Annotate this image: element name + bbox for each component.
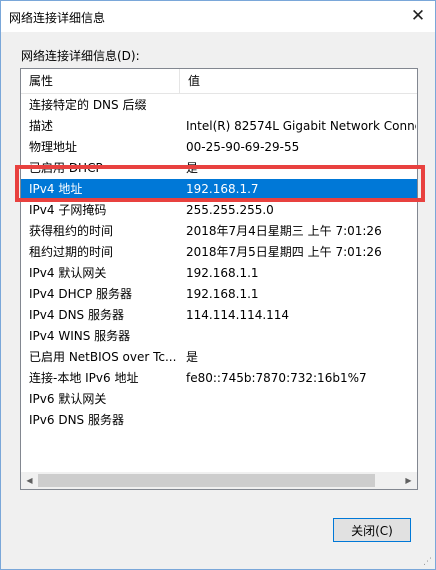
list-item[interactable]: 连接特定的 DNS 后缀 <box>21 95 417 116</box>
list-item[interactable]: 描述 Intel(R) 82574L Gigabit Network Connec <box>21 116 417 137</box>
property-cell: IPv4 地址 <box>29 182 83 196</box>
close-icon[interactable]: ✕ <box>403 3 433 29</box>
property-cell: 已启用 NetBIOS over Tc... <box>29 350 177 364</box>
value-cell: 2018年7月4日星期三 上午 7:01:26 <box>186 224 382 238</box>
list-item[interactable]: 物理地址 00-25-90-69-29-55 <box>21 137 417 158</box>
list-header: 属性 值 <box>21 69 417 94</box>
value-cell: 是 <box>186 350 199 364</box>
list-item[interactable]: 已启用 NetBIOS over Tc... 是 <box>21 347 417 368</box>
list-item-selected[interactable]: IPv4 地址 192.168.1.7 <box>21 179 417 200</box>
list-rows: 连接特定的 DNS 后缀 描述 Intel(R) 82574L Gigabit Ne… <box>21 95 417 431</box>
property-cell: IPv6 DNS 服务器 <box>29 413 124 427</box>
value-cell: 114.114.114.114 <box>186 308 290 322</box>
property-cell: IPv4 DNS 服务器 <box>29 308 124 322</box>
property-cell: 连接-本地 IPv6 地址 <box>29 371 139 385</box>
scroll-thumb[interactable] <box>38 474 375 487</box>
network-details-dialog: 网络连接详细信息 ✕ 网络连接详细信息(D): 属性 值 连接特定的 DNS 后… <box>0 0 436 570</box>
value-cell: 192.168.1.7 <box>186 182 259 196</box>
close-button[interactable]: 关闭(C) <box>333 518 411 542</box>
scroll-right-icon[interactable]: ▶ <box>400 472 417 489</box>
property-cell: 描述 <box>29 119 54 133</box>
value-cell: 2018年7月5日星期四 上午 7:01:26 <box>186 245 382 259</box>
horizontal-scrollbar[interactable]: ◀ ▶ <box>21 472 417 489</box>
value-cell: fe80::745b:7870:732:16b1%7 <box>186 371 367 385</box>
list-item[interactable]: IPv6 DNS 服务器 <box>21 410 417 431</box>
scroll-left-icon[interactable]: ◀ <box>21 472 38 489</box>
column-header-value[interactable]: 值 <box>180 69 417 93</box>
value-cell: 192.168.1.1 <box>186 287 259 301</box>
title-bar[interactable]: 网络连接详细信息 ✕ <box>1 1 435 32</box>
list-item[interactable]: 连接-本地 IPv6 地址 fe80::745b:7870:732:16b1%7 <box>21 368 417 389</box>
property-cell: IPv4 WINS 服务器 <box>29 329 131 343</box>
window-title: 网络连接详细信息 <box>9 11 106 25</box>
value-cell: 255.255.255.0 <box>186 203 274 217</box>
value-cell: 是 <box>186 161 199 175</box>
property-cell: IPv4 子网掩码 <box>29 203 107 217</box>
list-item[interactable]: 获得租约的时间 2018年7月4日星期三 上午 7:01:26 <box>21 221 417 242</box>
property-cell: 租约过期的时间 <box>29 245 114 259</box>
details-list[interactable]: 属性 值 连接特定的 DNS 后缀 描述 Intel(R) 82574L Gigab… <box>20 68 418 490</box>
property-cell: 已启用 DHCP <box>29 161 103 175</box>
property-cell: 物理地址 <box>29 140 78 154</box>
list-item[interactable]: 已启用 DHCP 是 <box>21 158 417 179</box>
list-item[interactable]: IPv4 默认网关 192.168.1.1 <box>21 263 417 284</box>
property-cell: IPv6 默认网关 <box>29 392 107 406</box>
property-cell: IPv4 DHCP 服务器 <box>29 287 133 301</box>
property-cell: 获得租约的时间 <box>29 224 114 238</box>
value-cell: 192.168.1.1 <box>186 266 259 280</box>
property-cell: IPv4 默认网关 <box>29 266 107 280</box>
resize-grip-icon[interactable]: ⋰ <box>423 557 433 567</box>
column-header-property[interactable]: 属性 <box>21 69 180 93</box>
value-cell: 00-25-90-69-29-55 <box>186 140 300 154</box>
property-cell: 连接特定的 DNS 后缀 <box>29 98 147 112</box>
list-item[interactable]: IPv4 WINS 服务器 <box>21 326 417 347</box>
details-label: 网络连接详细信息(D): <box>21 49 140 63</box>
list-item[interactable]: 租约过期的时间 2018年7月5日星期四 上午 7:01:26 <box>21 242 417 263</box>
list-item[interactable]: IPv4 DNS 服务器 114.114.114.114 <box>21 305 417 326</box>
list-item[interactable]: IPv4 子网掩码 255.255.255.0 <box>21 200 417 221</box>
list-item[interactable]: IPv4 DHCP 服务器 192.168.1.1 <box>21 284 417 305</box>
value-cell: Intel(R) 82574L Gigabit Network Connec <box>186 119 416 133</box>
list-item[interactable]: IPv6 默认网关 <box>21 389 417 410</box>
